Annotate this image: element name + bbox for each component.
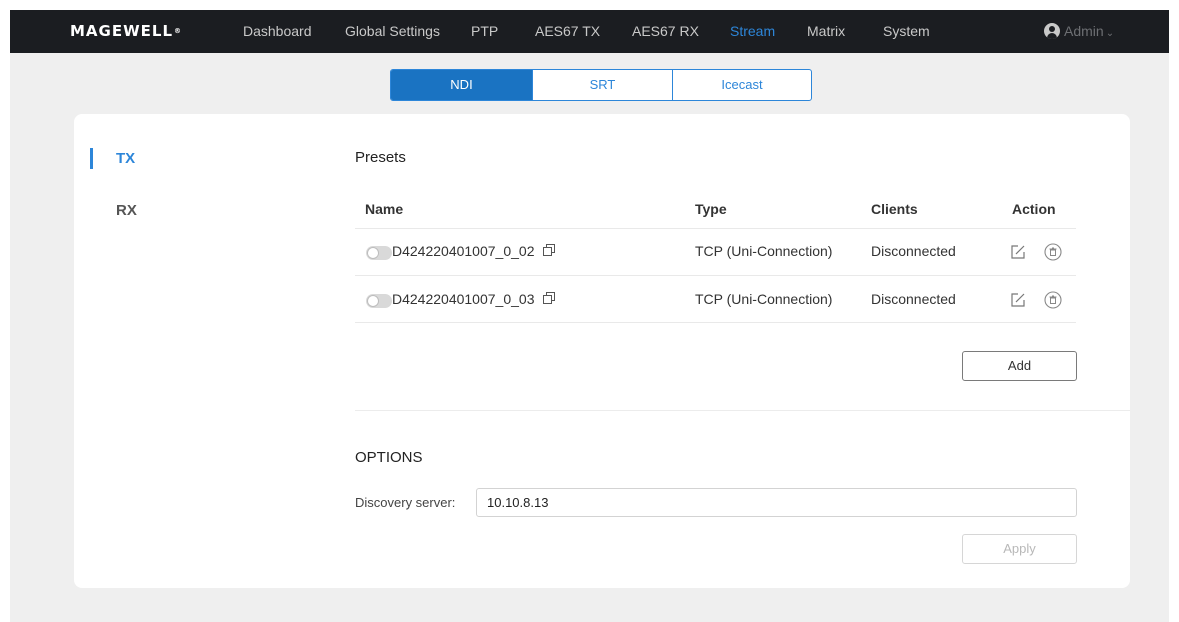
settings-card: TX RX Presets Name Type Clients Action D… bbox=[74, 114, 1130, 588]
apply-button[interactable]: Apply bbox=[962, 534, 1077, 564]
magewell-logo: MAGEWELL® bbox=[70, 21, 182, 41]
nav-aes67-tx[interactable]: AES67 TX bbox=[535, 10, 600, 53]
discovery-server-label: Discovery server: bbox=[355, 495, 456, 510]
app-window: MAGEWELL® Dashboard Global Settings PTP … bbox=[10, 10, 1169, 622]
preset-name: D424220401007_0_02 bbox=[392, 243, 535, 259]
preset-clients: Disconnected bbox=[871, 291, 956, 307]
side-nav-tx[interactable]: TX bbox=[116, 150, 135, 167]
top-nav-bar: MAGEWELL® Dashboard Global Settings PTP … bbox=[10, 10, 1169, 53]
col-header-action: Action bbox=[1012, 201, 1056, 217]
edit-icon[interactable] bbox=[1010, 292, 1026, 308]
copy-icon[interactable] bbox=[543, 292, 555, 304]
nav-global-settings[interactable]: Global Settings bbox=[345, 10, 440, 53]
tab-ndi[interactable]: NDI bbox=[391, 70, 532, 100]
logo-reg-mark: ® bbox=[174, 27, 183, 35]
chevron-down-icon: ⌄ bbox=[1105, 28, 1115, 39]
protocol-tabs: NDI SRT Icecast bbox=[390, 69, 812, 101]
col-header-clients: Clients bbox=[871, 201, 918, 217]
side-nav-active-indicator bbox=[90, 148, 93, 169]
preset-type: TCP (Uni-Connection) bbox=[695, 243, 833, 259]
logo-text: MAGEWELL bbox=[70, 22, 174, 40]
table-header-divider bbox=[355, 228, 1076, 229]
tab-srt[interactable]: SRT bbox=[532, 70, 672, 100]
preset-enable-toggle[interactable] bbox=[366, 246, 392, 260]
user-avatar-icon bbox=[1044, 23, 1060, 39]
presets-title: Presets bbox=[355, 149, 406, 166]
table-row-divider bbox=[355, 275, 1076, 276]
nav-dashboard[interactable]: Dashboard bbox=[243, 10, 312, 53]
options-title: OPTIONS bbox=[355, 449, 423, 466]
preset-type: TCP (Uni-Connection) bbox=[695, 291, 833, 307]
edit-icon[interactable] bbox=[1010, 244, 1026, 260]
nav-aes67-rx[interactable]: AES67 RX bbox=[632, 10, 699, 53]
add-preset-button[interactable]: Add bbox=[962, 351, 1077, 381]
copy-icon[interactable] bbox=[543, 244, 555, 256]
table-row-divider bbox=[355, 322, 1076, 323]
user-menu[interactable]: Admin ⌄ bbox=[1044, 10, 1114, 53]
discovery-server-input[interactable] bbox=[476, 488, 1077, 517]
section-divider bbox=[355, 410, 1130, 411]
preset-clients: Disconnected bbox=[871, 243, 956, 259]
side-nav-rx[interactable]: RX bbox=[116, 202, 137, 219]
delete-icon[interactable] bbox=[1044, 243, 1062, 261]
nav-matrix[interactable]: Matrix bbox=[807, 10, 845, 53]
col-header-type: Type bbox=[695, 201, 727, 217]
delete-icon[interactable] bbox=[1044, 291, 1062, 309]
user-label: Admin bbox=[1064, 23, 1104, 39]
tab-icecast[interactable]: Icecast bbox=[672, 70, 811, 100]
nav-system[interactable]: System bbox=[883, 10, 930, 53]
preset-name: D424220401007_0_03 bbox=[392, 291, 535, 307]
preset-enable-toggle[interactable] bbox=[366, 294, 392, 308]
nav-stream[interactable]: Stream bbox=[730, 10, 775, 53]
col-header-name: Name bbox=[365, 201, 404, 217]
nav-ptp[interactable]: PTP bbox=[471, 10, 498, 53]
